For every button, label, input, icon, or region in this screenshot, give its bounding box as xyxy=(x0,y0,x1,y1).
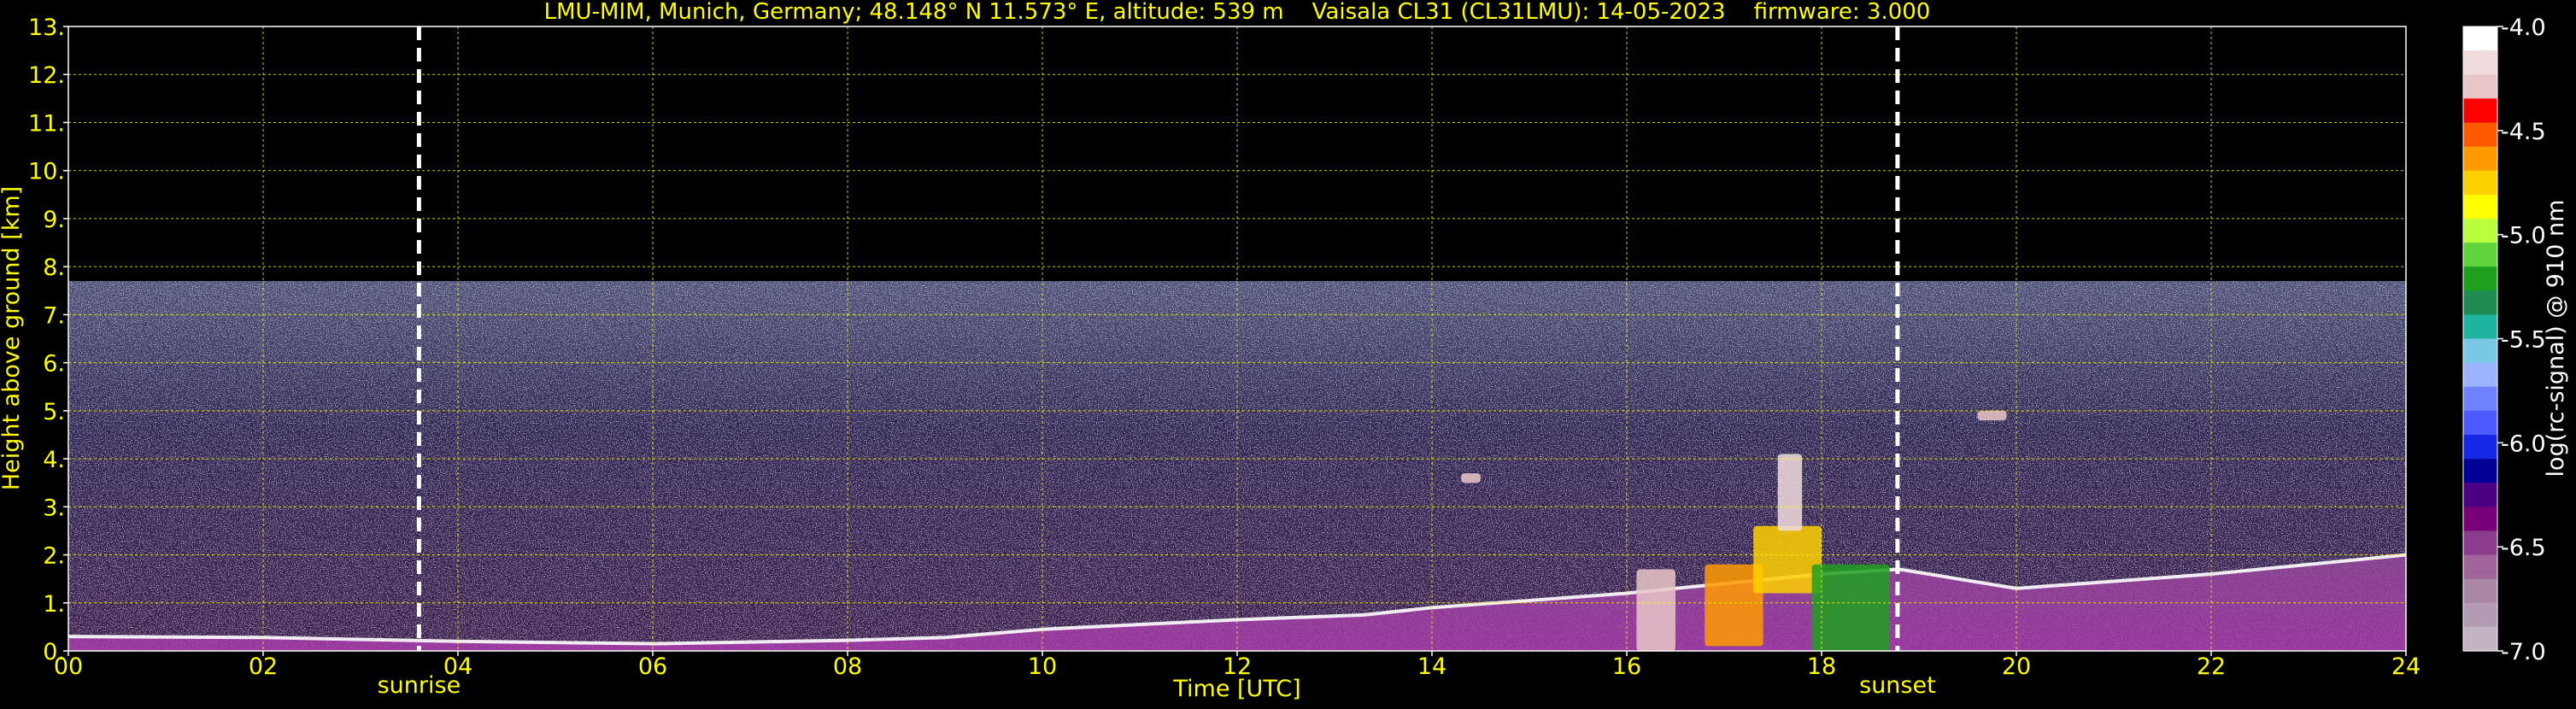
colorbar-tick-label: -6.0 xyxy=(2501,431,2546,457)
cloud-patch xyxy=(1753,525,1822,594)
x-tick-label: 10 xyxy=(1028,653,1057,680)
colorbar-swatch xyxy=(2463,434,2497,460)
colorbar-swatch xyxy=(2463,218,2497,243)
y-tick-label: 7. xyxy=(43,302,65,329)
colorbar-tick-label: -7.0 xyxy=(2501,639,2546,665)
plot-area xyxy=(68,26,2406,651)
colorbar-swatch xyxy=(2463,459,2497,483)
y-tick-label: 0. xyxy=(43,639,65,665)
y-tick-label: 10. xyxy=(28,159,65,185)
colorbar-swatch xyxy=(2463,386,2497,412)
y-tick-label: 5. xyxy=(43,399,65,425)
x-tick-label: 18 xyxy=(1807,653,1836,680)
colorbar-swatch xyxy=(2463,122,2497,148)
cloud-patch xyxy=(1777,454,1803,531)
colorbar-swatches xyxy=(2463,26,2497,652)
x-tick-label: 24 xyxy=(2391,653,2421,680)
colorbar-swatch xyxy=(2463,314,2497,340)
colorbar-swatch xyxy=(2463,98,2497,124)
colorbar-swatch xyxy=(2463,578,2497,604)
y-axis-label: Height above ground [km] xyxy=(0,186,25,490)
colorbar-tick-label: -6.5 xyxy=(2501,535,2546,561)
sunset-label: sunset xyxy=(1859,672,1936,699)
x-tick-label: 22 xyxy=(2197,653,2226,680)
x-tick-label: 16 xyxy=(1612,653,1641,680)
colorbar-swatch xyxy=(2463,146,2497,172)
y-tick-label: 1. xyxy=(43,591,65,618)
y-tick-label: 3. xyxy=(43,495,65,521)
y-tick-label: 8. xyxy=(43,255,65,281)
colorbar-swatch xyxy=(2463,290,2497,315)
x-tick-label: 06 xyxy=(638,653,667,680)
colorbar-swatch xyxy=(2463,338,2497,364)
colorbar-tick-label: -5.5 xyxy=(2501,327,2546,354)
colorbar-swatch xyxy=(2463,26,2497,51)
colorbar-swatch xyxy=(2463,362,2497,388)
colorbar-swatch xyxy=(2463,507,2497,532)
cloud-patch xyxy=(1636,569,1675,651)
colorbar-swatch xyxy=(2463,194,2497,220)
y-tick-label: 9. xyxy=(43,207,65,233)
x-tick-label: 08 xyxy=(833,653,862,680)
colorbar-swatch xyxy=(2463,626,2497,652)
colorbar-swatch xyxy=(2463,554,2497,580)
colorbar-swatch xyxy=(2463,243,2497,267)
ceilometer-figure: 00 02 04 06 08 10 12 14 16 18 20 22 24 0. 1. 2. 3. 4. 5. 6… xyxy=(0,0,2576,706)
x-tick-label: 14 xyxy=(1417,653,1446,680)
colorbar-tick-label: -4.0 xyxy=(2501,15,2546,41)
x-tick-label: 02 xyxy=(249,653,278,680)
sunrise-label: sunrise xyxy=(378,672,461,699)
y-tick-label: 11. xyxy=(28,110,65,137)
colorbar-swatch xyxy=(2463,530,2497,556)
cloud-patch xyxy=(1811,564,1890,651)
backscatter-chart: 00 02 04 06 08 10 12 14 16 18 20 22 24 0.1.2.3.4.5.6… xyxy=(0,0,2576,706)
x-tick-label: 20 xyxy=(2002,653,2031,680)
colorbar-tick-label: -5.0 xyxy=(2501,223,2546,249)
x-axis-label: Time [UTC] xyxy=(1172,676,1300,702)
cloud-patch xyxy=(1461,472,1481,483)
colorbar-swatch xyxy=(2463,483,2497,507)
y-tick-label: 12. xyxy=(28,62,65,89)
colorbar-swatch xyxy=(2463,74,2497,99)
colorbar-swatch xyxy=(2463,267,2497,291)
colorbar-label: log(rc-signal) @ 910 nm xyxy=(2543,200,2569,478)
colorbar-swatch xyxy=(2463,410,2497,436)
colorbar-swatch xyxy=(2463,602,2497,628)
cloud-patch xyxy=(1977,410,2007,421)
colorbar-swatch xyxy=(2463,50,2497,75)
y-tick-label: 2. xyxy=(43,543,65,570)
y-tick-label: 13. xyxy=(28,15,65,41)
colorbar-swatch xyxy=(2463,170,2497,196)
y-tick-label: 6. xyxy=(43,351,65,378)
y-tick-label: 4. xyxy=(43,447,65,473)
chart-title: LMU-MIM, Munich, Germany; 48.148° N 11.5… xyxy=(544,0,1931,25)
colorbar-tick-label: -4.5 xyxy=(2501,119,2546,145)
